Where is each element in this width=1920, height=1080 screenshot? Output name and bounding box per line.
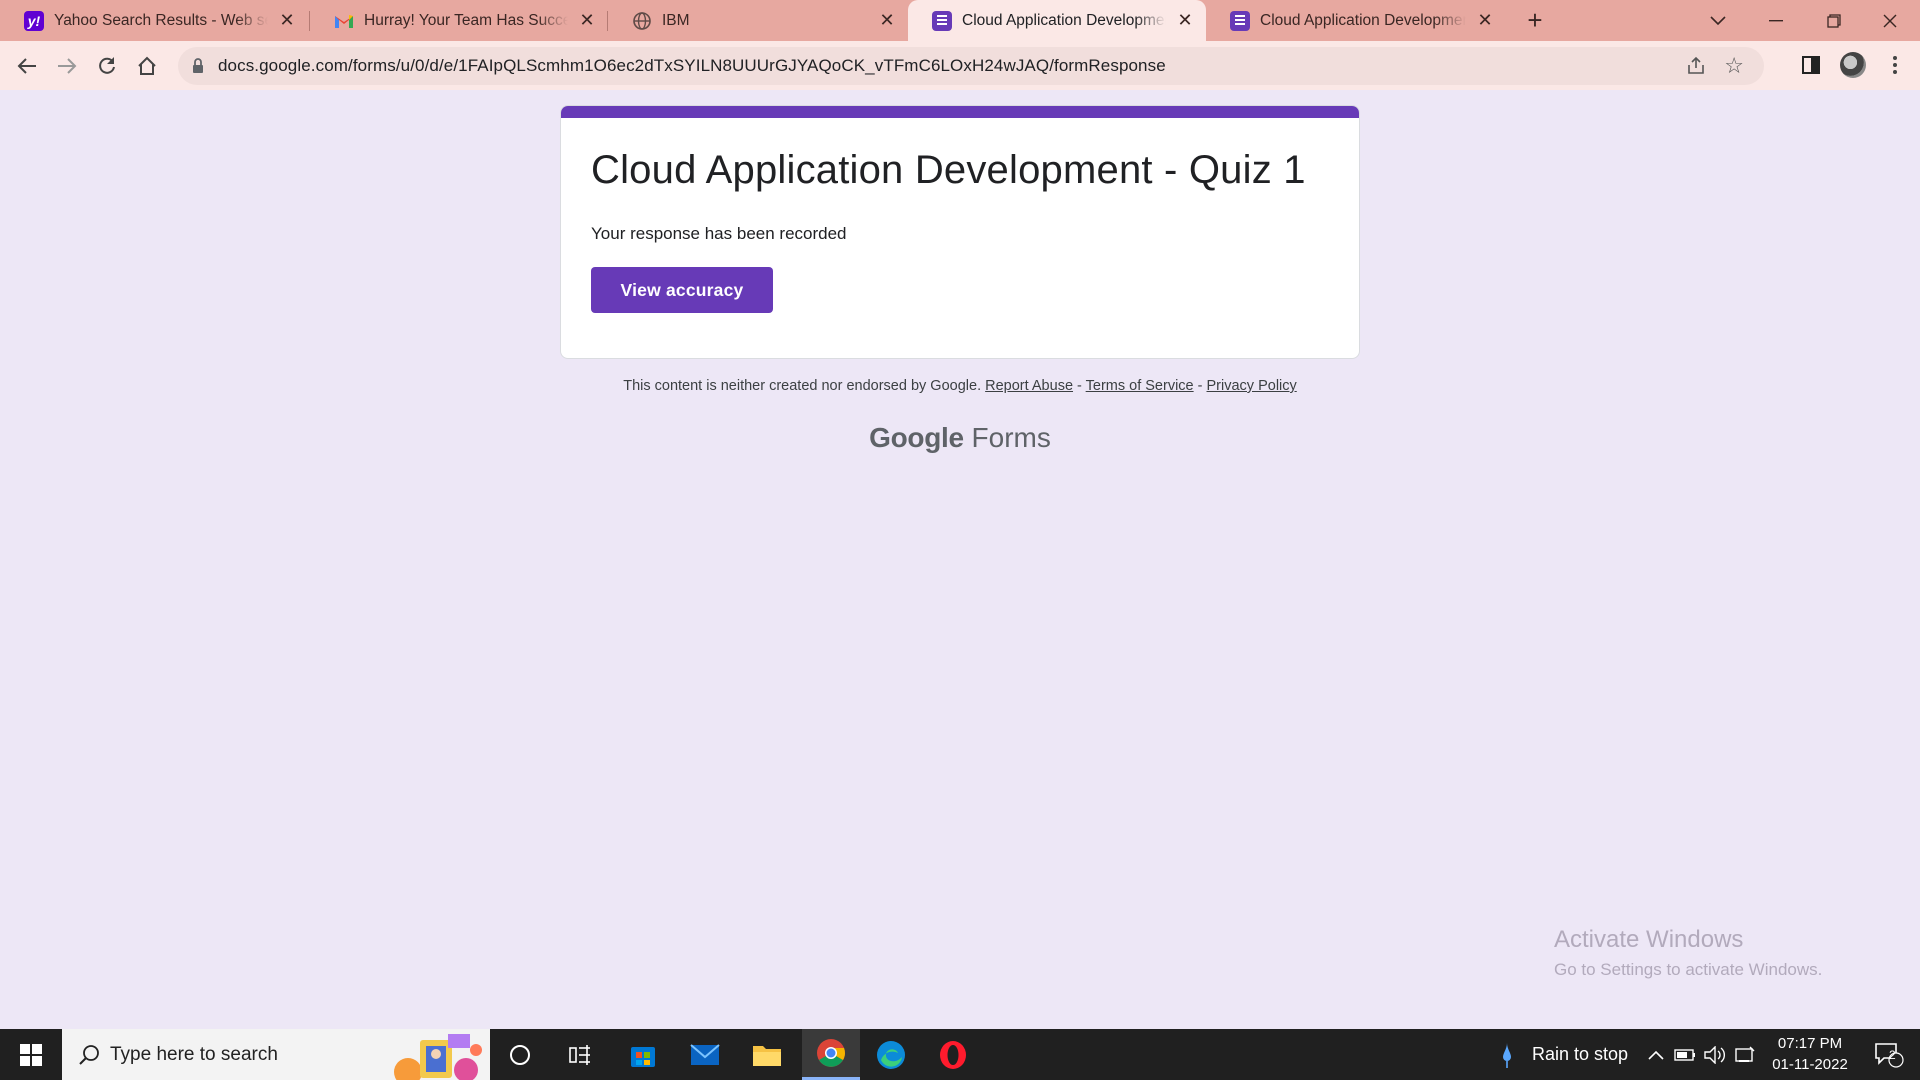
new-tab-icon[interactable]: + [1520, 5, 1550, 35]
lock-icon[interactable] [192, 58, 204, 79]
search-highlight-illustration [388, 1032, 488, 1080]
weather-rain-icon[interactable] [1494, 1029, 1520, 1080]
system-clock[interactable]: 07:17 PM 01-11-2022 [1762, 1033, 1858, 1075]
tab-title: Cloud Application Development [1260, 11, 1466, 29]
confirmation-message: Your response has been recorded [591, 224, 847, 243]
share-icon[interactable] [1686, 56, 1706, 81]
weather-text[interactable]: Rain to stop [1528, 1029, 1632, 1080]
terms-of-service-link[interactable]: Terms of Service [1086, 378, 1194, 394]
tab-title: Hurray! Your Team Has Successfully [364, 11, 568, 29]
tab-ibm[interactable]: IBM ✕ [608, 0, 908, 41]
windows-start-icon[interactable] [0, 1029, 62, 1080]
task-view-icon[interactable] [556, 1029, 604, 1080]
bookmark-star-icon[interactable]: ☆ [1724, 53, 1744, 79]
chevron-up-icon[interactable] [1644, 1029, 1668, 1080]
google-forms-icon [932, 10, 952, 31]
google-forms-icon [1230, 10, 1250, 31]
view-accuracy-button[interactable]: View accuracy [591, 267, 773, 313]
side-panel-icon[interactable] [1796, 50, 1826, 80]
clock-date: 01-11-2022 [1772, 1056, 1848, 1073]
close-tab-icon[interactable]: ✕ [276, 10, 298, 32]
tab-gmail[interactable]: Hurray! Your Team Has Successfully ✕ [310, 0, 608, 41]
watermark-subtitle: Go to Settings to activate Windows. [1554, 960, 1823, 979]
form-title: Cloud Application Development - Quiz 1 [591, 148, 1306, 192]
forward-icon[interactable] [50, 49, 84, 83]
profile-avatar[interactable] [1838, 50, 1868, 80]
windows-taskbar: Type here to search Rain to stop 07:17 P… [0, 1029, 1920, 1080]
close-tab-icon[interactable]: ✕ [1474, 10, 1496, 32]
globe-icon [632, 11, 652, 31]
google-forms-logo[interactable]: Google Forms [0, 422, 1920, 454]
clock-time: 07:17 PM [1777, 1035, 1843, 1052]
separator: - [1193, 378, 1207, 394]
edge-icon[interactable] [866, 1029, 916, 1080]
search-icon [78, 1044, 100, 1071]
url-text[interactable]: docs.google.com/forms/u/0/d/e/1FAIpQLScm… [218, 47, 1166, 85]
report-abuse-link[interactable]: Report Abuse [985, 378, 1073, 394]
page-content: Cloud Application Development - Quiz 1 Y… [0, 90, 1920, 1029]
tab-yahoo[interactable]: y! Yahoo Search Results - Web search ✕ [0, 0, 308, 41]
minimize-icon[interactable] [1748, 0, 1804, 41]
brand-forms: Forms [971, 422, 1051, 453]
taskbar-search-box[interactable]: Type here to search [62, 1029, 490, 1080]
yahoo-icon: y! [24, 10, 44, 31]
privacy-policy-link[interactable]: Privacy Policy [1207, 378, 1297, 394]
gmail-icon [334, 11, 354, 31]
card-accent-bar [561, 106, 1359, 118]
activate-windows-watermark: Activate Windows Go to Settings to activ… [1554, 926, 1822, 980]
mail-icon[interactable] [680, 1029, 730, 1080]
notification-count: 2 [1889, 1048, 1896, 1062]
tab-title: Yahoo Search Results - Web search [54, 11, 268, 29]
microsoft-store-icon[interactable] [618, 1029, 668, 1080]
menu-kebab-icon[interactable] [1880, 50, 1910, 80]
close-tab-icon[interactable]: ✕ [876, 10, 898, 32]
opera-icon[interactable] [928, 1029, 978, 1080]
close-tab-icon[interactable]: ✕ [576, 10, 598, 32]
file-explorer-icon[interactable] [742, 1029, 792, 1080]
close-window-icon[interactable] [1862, 0, 1918, 41]
tab-forms-active[interactable]: Cloud Application Development ✕ [908, 0, 1206, 41]
browser-toolbar: docs.google.com/forms/u/0/d/e/1FAIpQLScm… [0, 41, 1920, 90]
tab-search-chevron-icon[interactable] [1690, 0, 1746, 41]
confirmation-card: Cloud Application Development - Quiz 1 Y… [560, 105, 1360, 359]
tab-title: IBM [662, 11, 690, 29]
disclaimer-text: This content is neither created nor endo… [623, 378, 982, 394]
notification-center-icon[interactable]: 2 [1864, 1029, 1914, 1080]
network-icon[interactable] [1732, 1029, 1758, 1080]
separator: - [1073, 378, 1086, 394]
close-tab-icon[interactable]: ✕ [1174, 10, 1196, 32]
address-bar[interactable]: docs.google.com/forms/u/0/d/e/1FAIpQLScm… [178, 47, 1764, 85]
reload-icon[interactable] [90, 49, 124, 83]
cortana-icon[interactable] [496, 1029, 544, 1080]
tab-forms[interactable]: Cloud Application Development ✕ [1206, 0, 1506, 41]
brand-google: Google [869, 422, 964, 453]
home-icon[interactable] [130, 49, 164, 83]
battery-icon[interactable] [1672, 1029, 1698, 1080]
chrome-icon[interactable] [802, 1029, 860, 1080]
watermark-title: Activate Windows [1554, 926, 1744, 953]
footer-disclaimer: This content is neither created nor endo… [0, 378, 1920, 394]
volume-icon[interactable] [1702, 1029, 1728, 1080]
tab-title: Cloud Application Development [962, 11, 1166, 29]
search-placeholder: Type here to search [110, 1043, 278, 1065]
back-icon[interactable] [10, 49, 44, 83]
tab-strip: y! Yahoo Search Results - Web search ✕ H… [0, 0, 1920, 41]
restore-icon[interactable] [1806, 0, 1862, 41]
